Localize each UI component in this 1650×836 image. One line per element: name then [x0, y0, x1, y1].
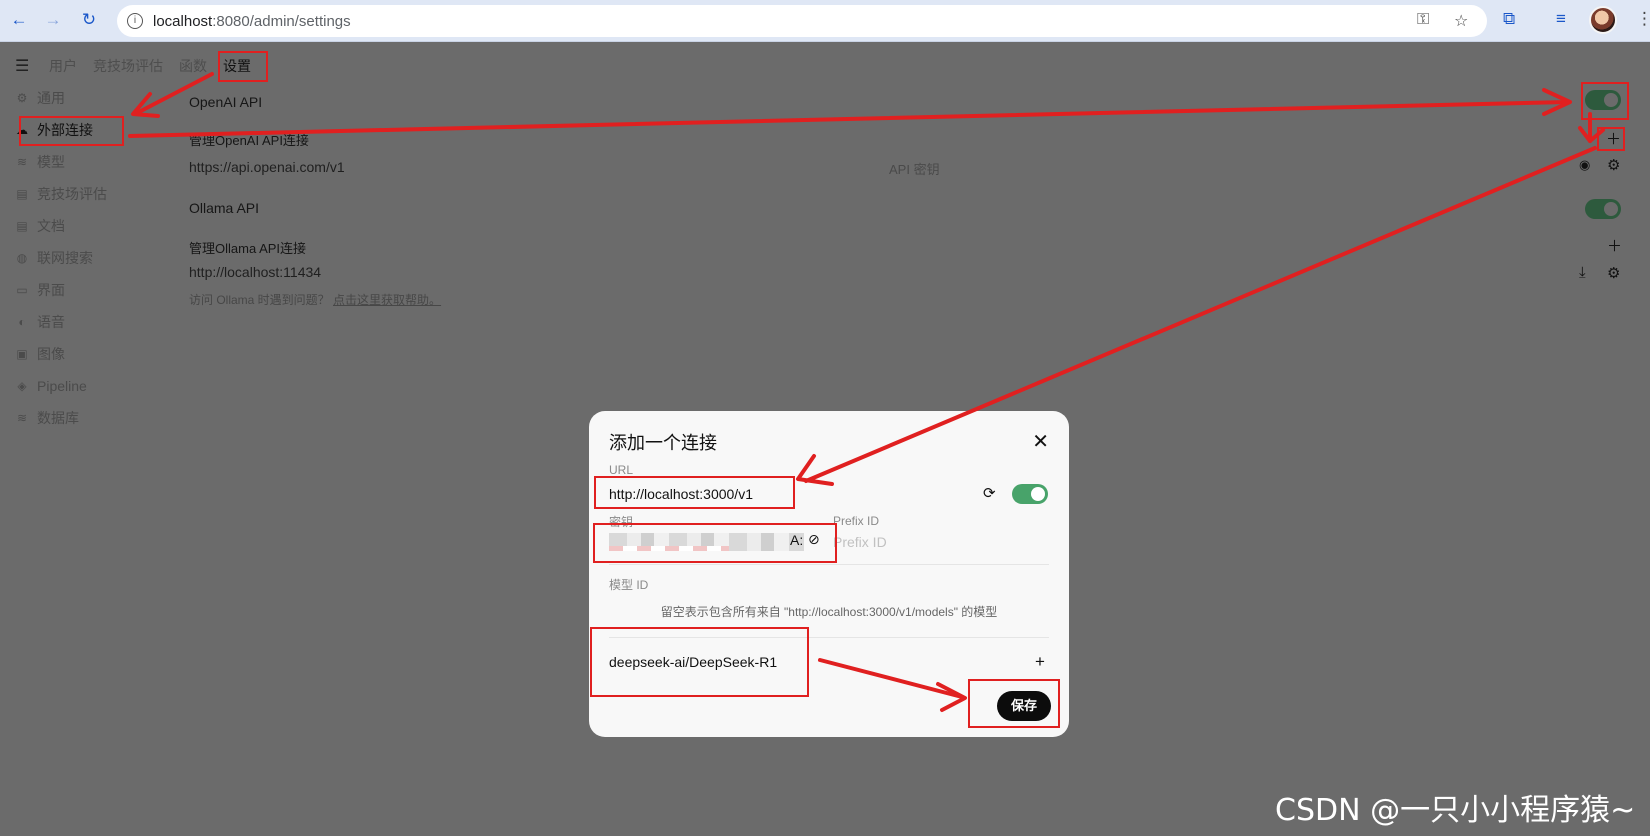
sidebar-item-label: 文档 — [37, 218, 65, 234]
star-icon[interactable]: ☆ — [1454, 11, 1468, 31]
ollama-url[interactable]: http://localhost:11434 — [189, 264, 321, 280]
forward-arrow-icon[interactable]: → — [42, 9, 64, 31]
tab-users[interactable]: 用户 — [49, 56, 77, 76]
sidebar-item-interface[interactable]: ▭ 界面 — [15, 274, 165, 306]
openai-section-title: OpenAI API — [189, 94, 263, 110]
sidebar-item-label: 语音 — [37, 314, 65, 330]
database-icon: ≋ — [16, 155, 28, 169]
annotation-box-key — [593, 523, 837, 563]
kebab-menu-icon[interactable]: ⋮ — [1636, 9, 1650, 29]
monitor-icon: ▭ — [16, 283, 28, 297]
sidebar-item-audio[interactable]: ◐ 语音 — [15, 306, 165, 338]
csdn-watermark: CSDN @一只小小程序猿~ — [1275, 793, 1636, 828]
add-ollama-connection-icon[interactable]: ＋ — [1607, 235, 1622, 256]
gear-icon[interactable]: ⚙ — [1607, 156, 1620, 174]
annotation-box-settings-tab — [218, 51, 268, 82]
sidebar-item-label: 竞技场评估 — [37, 186, 107, 202]
model-id-hint: 留空表示包含所有来自 "http://localhost:3000/v1/mod… — [660, 605, 998, 619]
url-text: localhost:8080/admin/settings — [153, 13, 351, 30]
download-icon[interactable]: ⤓ — [1579, 264, 1586, 281]
layers-icon: ◈ — [17, 379, 27, 393]
annotation-box-url — [594, 476, 795, 509]
document-icon: ▤ — [16, 187, 28, 201]
sidebar-item-database[interactable]: ≋ 数据库 — [15, 402, 165, 434]
openai-url[interactable]: https://api.openai.com/v1 — [189, 159, 345, 175]
image-icon: ▣ — [16, 347, 28, 361]
sidebar-item-label: 数据库 — [37, 410, 79, 426]
ollama-section-title: Ollama API — [189, 200, 260, 216]
close-icon[interactable]: ✕ — [1032, 429, 1049, 454]
refresh-icon[interactable]: ⟳ — [983, 484, 996, 502]
key-icon[interactable]: ⚿ — [1417, 11, 1429, 29]
reload-icon[interactable]: ↻ — [78, 9, 100, 31]
sidebar-item-images[interactable]: ▣ 图像 — [15, 338, 165, 370]
eye-icon[interactable]: ◉ — [1579, 157, 1590, 173]
gear-icon: ⚙ — [16, 91, 28, 105]
globe-icon: ◍ — [16, 251, 28, 265]
annotation-box-connections — [19, 116, 124, 146]
sidebar-item-label: 界面 — [37, 282, 65, 298]
sidebar-item-general[interactable]: ⚙ 通用 — [15, 82, 165, 114]
openai-manage-label: 管理OpenAI API连接 — [189, 133, 309, 148]
site-info-icon[interactable]: i — [127, 13, 143, 29]
extensions-icon[interactable]: ⧉ — [1503, 9, 1515, 29]
sidebar-item-documents[interactable]: ▤ 文档 — [15, 210, 165, 242]
model-id-label: 模型 ID — [609, 578, 649, 592]
ollama-toggle[interactable] — [1585, 199, 1621, 219]
sidebar-item-web-search[interactable]: ◍ 联网搜索 — [15, 242, 165, 274]
sidebar-item-models[interactable]: ≋ 模型 — [15, 146, 165, 178]
admin-tabs: ☰ 用户 竞技场评估 函数 设置 — [15, 56, 251, 76]
sidebar-item-label: 联网搜索 — [37, 250, 93, 266]
divider — [609, 564, 1049, 565]
ollama-help-text: 访问 Ollama 时遇到问题？ 点击这里获取帮助。 — [189, 293, 442, 307]
speaker-icon: ◐ — [18, 315, 26, 329]
browser-toolbar: ← → ↻ i localhost:8080/admin/settings ⚿ … — [0, 0, 1650, 42]
hamburger-menu-icon[interactable]: ☰ — [15, 56, 33, 76]
dialog-title: 添加一个连接 — [609, 433, 717, 453]
sidebar-item-label: 模型 — [37, 154, 65, 170]
gear-icon[interactable]: ⚙ — [1607, 264, 1620, 282]
document-icon: ▤ — [16, 219, 28, 233]
annotation-box-add-button — [1597, 127, 1625, 151]
back-arrow-icon[interactable]: ← — [8, 9, 30, 31]
annotation-box-openai-toggle — [1581, 82, 1629, 120]
database-icon: ≋ — [16, 411, 28, 425]
annotation-box-model-id — [590, 627, 809, 697]
prefix-id-label: Prefix ID — [833, 514, 880, 528]
media-queue-icon[interactable]: ≡ — [1556, 9, 1566, 29]
connection-enabled-toggle[interactable] — [1012, 484, 1048, 504]
tab-functions[interactable]: 函数 — [179, 56, 207, 76]
url-label: URL — [609, 463, 634, 477]
annotation-box-save — [968, 679, 1060, 728]
sidebar-item-pipelines[interactable]: ◈ Pipeline — [15, 370, 165, 402]
openai-key-field[interactable]: API 密钥 — [889, 159, 940, 178]
ollama-help-link[interactable]: 点击这里获取帮助。 — [333, 293, 441, 307]
ollama-manage-label: 管理Ollama API连接 — [189, 241, 307, 256]
sidebar-item-label: 通用 — [37, 90, 65, 106]
sidebar-item-arena[interactable]: ▤ 竞技场评估 — [15, 178, 165, 210]
address-bar[interactable]: i localhost:8080/admin/settings ⚿ ☆ — [117, 5, 1487, 37]
profile-avatar[interactable] — [1589, 6, 1617, 34]
sidebar-item-label: 图像 — [37, 346, 65, 362]
tab-arena[interactable]: 竞技场评估 — [93, 56, 163, 76]
prefix-id-input[interactable]: Prefix ID — [833, 534, 887, 550]
sidebar-item-label: Pipeline — [37, 378, 87, 394]
add-model-icon[interactable]: + — [1035, 652, 1045, 672]
